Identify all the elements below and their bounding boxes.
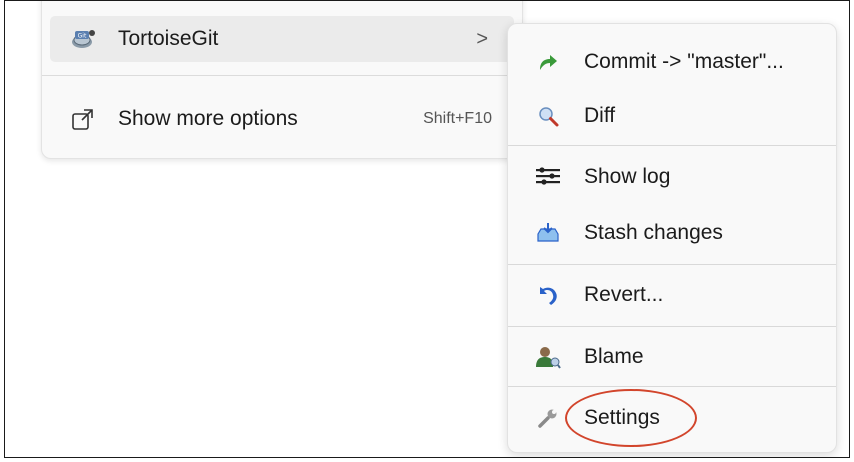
chevron-right-icon: > <box>476 27 488 50</box>
commit-arrow-icon <box>534 48 562 76</box>
menu-divider <box>42 75 522 76</box>
submenu-item-label: Settings <box>584 406 660 429</box>
submenu-item-commit[interactable]: Commit -> "master"... <box>514 36 830 88</box>
revert-icon <box>534 281 562 309</box>
submenu-item-label: Blame <box>584 345 644 368</box>
submenu-divider <box>508 386 836 387</box>
submenu-item-stash-changes[interactable]: Stash changes <box>514 207 830 259</box>
show-more-options-icon <box>70 106 96 132</box>
wrench-icon <box>534 404 562 432</box>
shortcut-label: Shift+F10 <box>423 110 492 127</box>
submenu-item-revert[interactable]: Revert... <box>514 269 830 321</box>
submenu-item-show-log[interactable]: Show log <box>514 151 830 203</box>
tortoisegit-submenu: Commit -> "master"... Diff Show log Stas… <box>507 23 837 453</box>
submenu-item-blame[interactable]: Blame <box>514 331 830 383</box>
svg-text:Git: Git <box>78 33 87 40</box>
submenu-divider <box>508 264 836 265</box>
submenu-item-diff[interactable]: Diff <box>514 90 830 142</box>
submenu-item-label: Stash changes <box>584 221 723 244</box>
menu-item-label: TortoiseGit <box>118 27 219 50</box>
menu-item-tortoisegit[interactable]: Git TortoiseGit > <box>50 16 514 62</box>
submenu-item-label: Show log <box>584 165 671 188</box>
submenu-item-settings[interactable]: Settings <box>514 392 830 444</box>
tortoisegit-icon: Git <box>70 26 96 52</box>
screenshot-frame: Git TortoiseGit > Show more options Shif… <box>4 0 850 458</box>
context-menu: Git TortoiseGit > Show more options Shif… <box>41 1 523 159</box>
submenu-item-label: Commit -> "master"... <box>584 50 784 73</box>
menu-item-label: Show more options <box>118 107 298 130</box>
submenu-divider <box>508 326 836 327</box>
submenu-item-label: Revert... <box>584 283 664 306</box>
submenu-item-label: Diff <box>584 104 616 127</box>
menu-item-show-more-options[interactable]: Show more options Shift+F10 <box>50 96 514 142</box>
submenu-divider <box>508 145 836 146</box>
stash-changes-icon <box>534 219 562 247</box>
diff-magnifier-icon <box>534 102 562 130</box>
show-log-icon <box>534 163 562 191</box>
blame-icon <box>534 343 562 371</box>
